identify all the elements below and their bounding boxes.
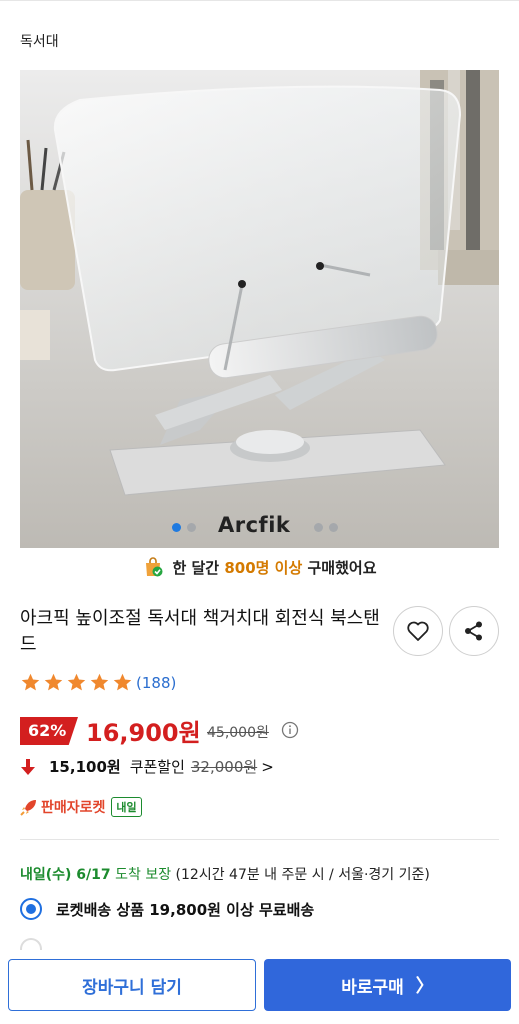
purchase-count-banner: 한 달간 800명 이상 구매했어요 [0, 556, 519, 578]
carousel-dot[interactable] [172, 523, 181, 532]
buy-now-button[interactable]: 바로구매 〉 [264, 959, 511, 1011]
star-icon [90, 673, 109, 691]
chevron-right-icon: 〉 [415, 976, 434, 997]
shipping-option[interactable]: 로켓배송 상품 19,800원 이상 무료배송 [20, 898, 314, 920]
star-icon [44, 673, 63, 691]
share-button[interactable] [449, 606, 499, 656]
product-photo [20, 70, 499, 548]
sale-price: 16,900원 [86, 719, 201, 747]
info-icon[interactable] [281, 721, 299, 739]
rocket-tomorrow-tag: 내일 [111, 797, 142, 817]
coupon-price-row[interactable]: 15,100원 쿠폰할인 32,000원 > [20, 756, 274, 777]
breadcrumb[interactable]: 독서대 [20, 31, 59, 51]
share-icon [465, 621, 482, 641]
delivery-info: 내일(수) 6/17 도착 보장 (12시간 47분 내 주문 시 / 서울·경… [20, 864, 430, 884]
chevron-right-icon: > [261, 757, 274, 776]
carousel-dots-right [314, 523, 338, 532]
delivery-condition: (12시간 47분 내 주문 시 / 서울·경기 기준) [175, 867, 430, 883]
rocket-label: 판매자로켓 [41, 800, 106, 816]
top-bar: 독서대 [0, 0, 519, 62]
add-to-cart-label: 장바구니 담기 [82, 977, 182, 998]
star-icon [113, 673, 132, 691]
delivery-date: 내일(수) 6/17 [20, 867, 111, 883]
coupon-original-price: 32,000원 [190, 758, 258, 776]
shipping-option-label: 로켓배송 상품 19,800원 이상 무료배송 [56, 900, 315, 919]
arrow-down-icon [21, 758, 35, 775]
bottom-action-bar: 장바구니 담기 바로구매 〉 [0, 950, 519, 1024]
add-to-cart-button[interactable]: 장바구니 담기 [8, 959, 256, 1011]
divider [20, 839, 499, 840]
radio-selected[interactable] [20, 898, 42, 920]
buyers-suffix: 구매했어요 [307, 559, 377, 577]
seller-rocket-badge: 판매자로켓 내일 [20, 797, 142, 817]
brand-logo: Arcfik [218, 513, 291, 537]
rocket-icon [20, 800, 36, 816]
original-price: 45,000원 [207, 725, 269, 741]
carousel-dots-left [172, 523, 196, 532]
buy-now-label: 바로구매 [341, 977, 404, 998]
carousel-dot[interactable] [329, 523, 338, 532]
shopping-bag-icon [146, 557, 163, 577]
carousel-dot[interactable] [187, 523, 196, 532]
rating-stars[interactable] [20, 672, 133, 693]
product-image-carousel[interactable]: Arcfik [20, 70, 499, 548]
delivery-guarantee: 도착 보장 [115, 867, 172, 883]
coupon-label: 쿠폰할인 [129, 758, 185, 776]
star-icon [67, 673, 86, 691]
buyers-prefix: 한 달간 [172, 559, 220, 577]
wishlist-button[interactable] [393, 606, 443, 656]
carousel-dot[interactable] [314, 523, 323, 532]
star-icon [21, 673, 40, 691]
heart-icon [407, 621, 429, 641]
review-count[interactable]: (188) [136, 674, 176, 692]
radio-unselected[interactable] [20, 938, 42, 950]
product-title: 아크픽 높이조절 독서대 책거치대 회전식 북스탠드 [20, 608, 380, 655]
buyers-count: 800명 이상 [224, 559, 303, 577]
discount-badge: 62% [20, 717, 78, 745]
coupon-price: 15,100원 [49, 758, 121, 776]
